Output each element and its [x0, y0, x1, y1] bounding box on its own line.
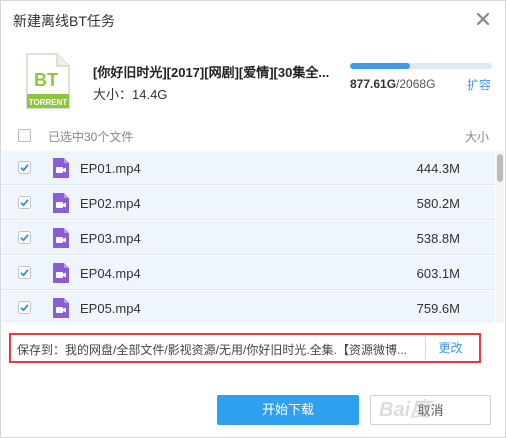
file-name: EP01.mp4: [80, 161, 141, 176]
file-checkbox[interactable]: [18, 196, 31, 209]
file-name: EP05.mp4: [80, 301, 141, 316]
scrollbar[interactable]: [496, 151, 504, 323]
storage-text: 877.61G/2068G: [350, 77, 435, 91]
file-row[interactable]: EP01.mp4 444.3M: [2, 151, 495, 185]
selected-count: 已选中30个文件: [48, 130, 134, 144]
start-download-button[interactable]: 开始下载: [217, 395, 359, 425]
bt-torrent-icon: BT TORRENT: [25, 52, 71, 110]
storage-bar: [350, 63, 492, 69]
expand-link[interactable]: 扩容: [467, 76, 491, 93]
torrent-name: [你好旧时光][2017][网剧][爱情][30集全...: [93, 65, 330, 80]
file-name: EP03.mp4: [80, 231, 141, 246]
video-file-icon: [50, 262, 72, 284]
offline-bt-dialog: 新建离线BT任务 BT TORRENT [你好旧时光][2017][网剧][爱情…: [0, 0, 506, 438]
title-bar: 新建离线BT任务: [1, 1, 505, 39]
file-name: EP04.mp4: [80, 266, 141, 281]
file-checkbox[interactable]: [18, 266, 31, 279]
dialog-title: 新建离线BT任务: [13, 13, 115, 29]
storage-total: /2068G: [396, 77, 436, 91]
video-file-icon: [50, 297, 72, 319]
torrent-size: 大小：14.4G: [93, 87, 168, 102]
video-file-icon: [50, 157, 72, 179]
close-icon[interactable]: [473, 9, 493, 29]
file-row[interactable]: EP05.mp4 759.6M: [2, 291, 495, 323]
file-checkbox[interactable]: [18, 301, 31, 314]
scrollbar-thumb[interactable]: [497, 154, 503, 182]
video-file-icon: [50, 227, 72, 249]
file-size: 580.2M: [416, 196, 460, 211]
file-checkbox[interactable]: [18, 231, 31, 244]
file-size: 538.8M: [416, 231, 460, 246]
file-row[interactable]: EP02.mp4 580.2M: [2, 186, 495, 220]
storage-used: 877.61G: [350, 77, 397, 91]
cancel-button[interactable]: 取消: [370, 395, 491, 425]
file-size: 603.1M: [416, 266, 460, 281]
size-column-header: 大小: [464, 130, 489, 144]
list-header: 已选中30个文件 大小: [1, 121, 505, 151]
file-row[interactable]: EP04.mp4 603.1M: [2, 256, 495, 290]
file-size: 759.6M: [416, 301, 460, 316]
file-name: EP02.mp4: [80, 196, 141, 211]
file-checkbox[interactable]: [18, 161, 31, 174]
storage-fill: [350, 63, 411, 69]
file-row[interactable]: EP03.mp4 538.8M: [2, 221, 495, 255]
torrent-label: TORRENT: [29, 98, 68, 107]
save-path-box: 保存到：我的网盘/全部文件/影视资源/无用/你好旧时光.全集.【资源微博... …: [9, 333, 481, 363]
change-path-button[interactable]: 更改: [425, 337, 475, 359]
file-list: EP01.mp4 444.3M EP02.mp4 580.2M EP03.mp4 538.…: [2, 151, 505, 323]
select-all-checkbox[interactable]: [18, 129, 31, 142]
video-file-icon: [50, 192, 72, 214]
file-size: 444.3M: [416, 161, 460, 176]
file-info: BT TORRENT [你好旧时光][2017][网剧][爱情][30集全...…: [1, 39, 505, 119]
save-path-text: 保存到：我的网盘/全部文件/影视资源/无用/你好旧时光.全集.【资源微博...: [17, 343, 408, 357]
bt-label: BT: [34, 70, 58, 90]
